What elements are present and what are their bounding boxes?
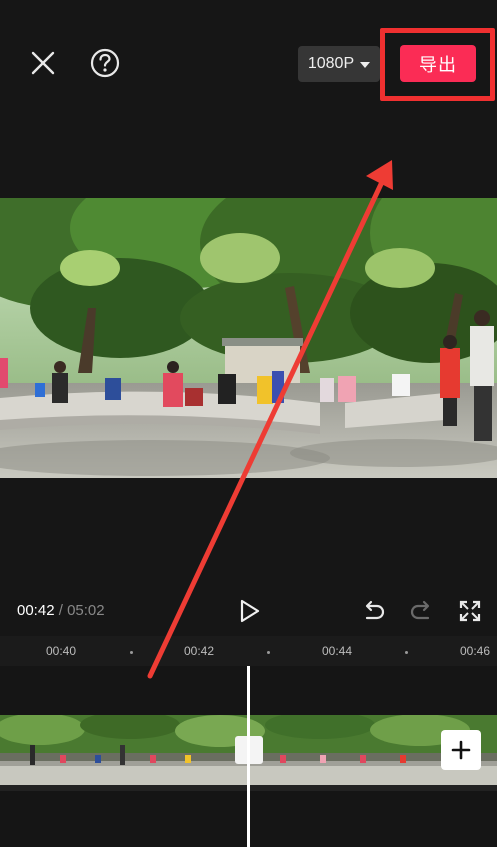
play-button[interactable] [236, 598, 262, 624]
playback-controls: 00:42 / 05:02 [0, 586, 497, 636]
current-time: 00:42 [17, 602, 55, 619]
undo-button[interactable] [360, 598, 386, 624]
redo-button[interactable] [409, 598, 435, 624]
resolution-label: 1080P [307, 55, 355, 72]
fullscreen-icon [459, 600, 481, 622]
top-bar: 1080P 导出 [0, 0, 497, 130]
time-separator: / [58, 602, 63, 619]
tick-label: 00:42 [184, 644, 215, 658]
tick-dot [130, 651, 133, 654]
tick-dot [267, 651, 270, 654]
play-icon [240, 599, 260, 623]
help-icon [90, 48, 120, 78]
tick-label: 00:40 [46, 644, 77, 658]
add-clip-button[interactable] [441, 730, 481, 770]
timeline-ruler[interactable]: 00:40 00:42 00:44 00:46 [0, 636, 497, 666]
video-frame-image [0, 198, 497, 478]
plus-icon [451, 740, 471, 760]
tick-dot [405, 651, 408, 654]
close-button[interactable] [26, 46, 60, 80]
close-icon [31, 51, 55, 75]
resolution-dropdown[interactable]: 1080P [298, 46, 380, 82]
video-preview[interactable] [0, 198, 497, 478]
fullscreen-button[interactable] [457, 598, 483, 624]
highlight-box [380, 28, 495, 101]
playhead[interactable] [247, 666, 250, 847]
caret-down-icon [360, 62, 371, 68]
tick-label: 00:46 [460, 644, 491, 658]
total-time: 05:02 [67, 602, 105, 619]
undo-icon [365, 600, 385, 620]
help-button[interactable] [88, 46, 122, 80]
time-display: 00:42 / 05:02 [17, 602, 105, 619]
tick-label: 00:44 [322, 644, 353, 658]
redo-icon [410, 600, 430, 620]
